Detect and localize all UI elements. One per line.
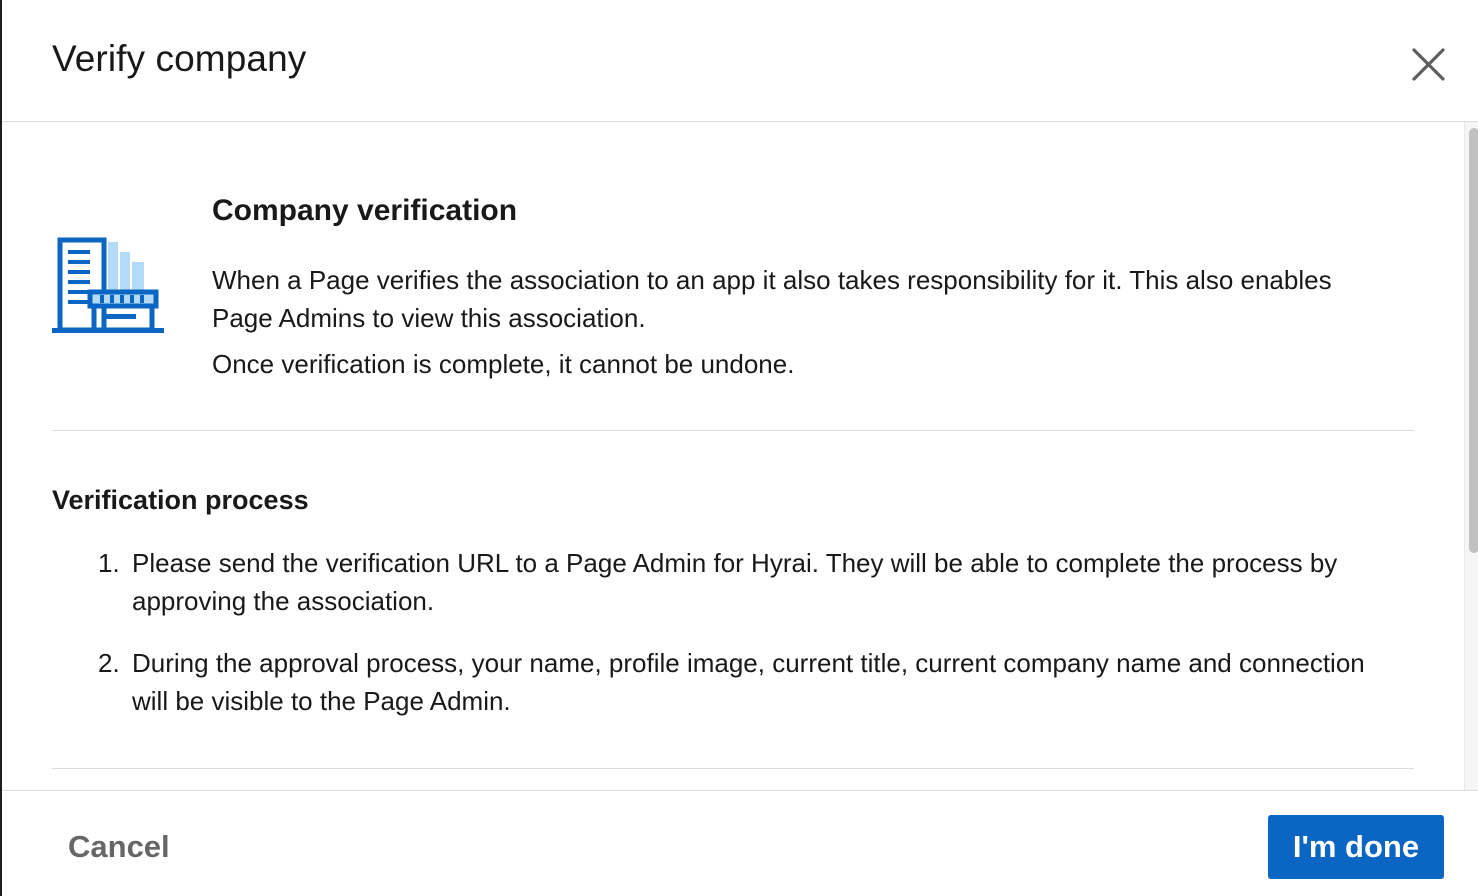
step-text: During the approval process, your name, …: [132, 648, 1365, 716]
step-number: 1.: [98, 548, 120, 578]
company-verification-heading: Company verification: [212, 194, 518, 227]
close-button[interactable]: [1402, 40, 1452, 90]
done-button[interactable]: I'm done: [1268, 815, 1444, 879]
dialog-body: Company verification When a Page verifie…: [2, 122, 1464, 790]
verification-description: When a Page verifies the association to …: [212, 265, 1332, 333]
step-number: 2.: [98, 648, 120, 678]
verification-process-heading: Verification process: [52, 485, 309, 515]
scrollbar[interactable]: [1464, 122, 1478, 790]
dialog-title: Verify company: [52, 38, 307, 79]
verify-company-dialog: Verify company Company verification When…: [0, 0, 1478, 896]
divider: [52, 430, 1414, 431]
building-icon: [52, 237, 164, 333]
list-item: 1. Please send the verification URL to a…: [52, 544, 1392, 620]
verification-note: Once verification is complete, it cannot…: [212, 349, 795, 379]
verification-steps-list: 1. Please send the verification URL to a…: [52, 544, 1392, 744]
step-text: Please send the verification URL to a Pa…: [132, 548, 1338, 616]
close-icon: [1412, 48, 1445, 81]
scrollbar-thumb[interactable]: [1469, 128, 1478, 553]
dialog-header: Verify company: [2, 0, 1478, 122]
list-item: 2. During the approval process, your nam…: [52, 644, 1392, 720]
dialog-footer: Cancel I'm done: [2, 790, 1478, 896]
divider: [52, 768, 1414, 769]
cancel-button[interactable]: Cancel: [52, 815, 186, 879]
